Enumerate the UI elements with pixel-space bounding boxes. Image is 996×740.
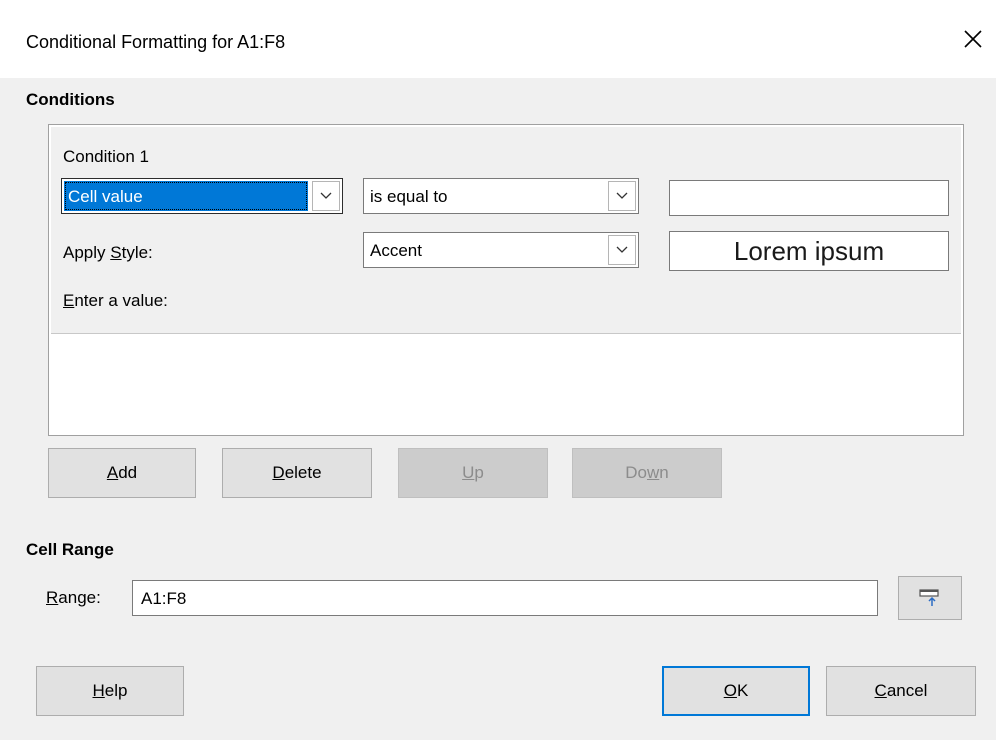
- down-button[interactable]: Down: [572, 448, 722, 498]
- add-button[interactable]: Add: [48, 448, 196, 498]
- style-value: Accent: [370, 241, 422, 260]
- condition-type-value: Cell value: [68, 187, 143, 206]
- style-preview-text: Lorem ipsum: [733, 236, 885, 266]
- style-select[interactable]: Accent: [363, 232, 639, 268]
- conditions-heading: Conditions: [26, 90, 115, 109]
- chevron-down-icon[interactable]: [312, 181, 340, 211]
- operator-value: is equal to: [370, 187, 448, 206]
- cancel-button[interactable]: Cancel: [826, 666, 976, 716]
- close-icon[interactable]: [962, 28, 984, 50]
- range-input[interactable]: A1:F8: [132, 580, 878, 616]
- dialog-title: Conditional Formatting for A1:F8: [26, 32, 286, 52]
- chevron-down-icon[interactable]: [608, 235, 636, 265]
- enter-value-label: Enter a value:: [63, 291, 168, 310]
- condition-label: Condition 1: [63, 147, 150, 166]
- ok-button[interactable]: OK: [662, 666, 810, 716]
- range-label: Range:: [46, 588, 101, 607]
- help-button[interactable]: Help: [36, 666, 184, 716]
- title-bar: Conditional Formatting for A1:F8: [0, 0, 996, 78]
- range-value: A1:F8: [141, 589, 187, 608]
- condition-entry: Condition 1 Cell value is equal to Apply…: [51, 127, 961, 334]
- up-button[interactable]: Up: [398, 448, 548, 498]
- cell-range-heading: Cell Range: [26, 540, 114, 559]
- apply-style-label: Apply Style:: [63, 243, 153, 262]
- shrink-dialog-icon: [919, 589, 939, 606]
- style-preview: Lorem ipsum: [669, 231, 949, 271]
- chevron-down-icon[interactable]: [608, 181, 636, 211]
- delete-button[interactable]: Delete: [222, 448, 372, 498]
- condition-value-input[interactable]: [669, 180, 949, 216]
- operator-select[interactable]: is equal to: [363, 178, 639, 214]
- conditions-list[interactable]: Condition 1 Cell value is equal to Apply…: [48, 124, 964, 436]
- condition-type-select[interactable]: Cell value: [61, 178, 343, 214]
- shrink-dialog-button[interactable]: [898, 576, 962, 620]
